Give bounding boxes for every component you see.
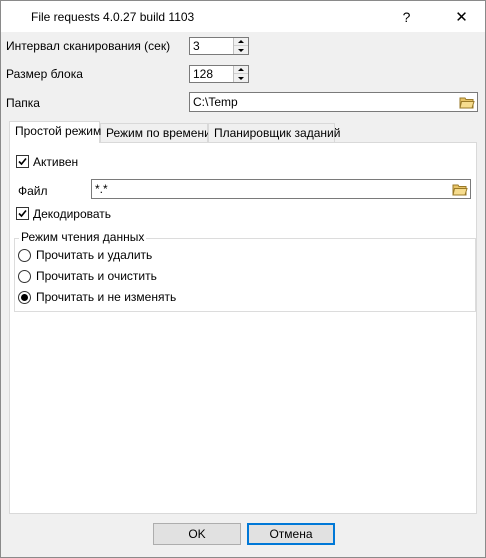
tab-task-scheduler[interactable]: Планировщик заданий	[208, 123, 340, 142]
block-size-input[interactable]	[190, 66, 234, 82]
decode-checkbox[interactable]	[16, 207, 29, 220]
file-browse-button[interactable]	[451, 181, 469, 197]
scan-interval-input[interactable]	[190, 38, 234, 54]
window-title: File requests 4.0.27 build 1103	[31, 10, 195, 24]
read-mode-group: Режим чтения данных Прочитать и удалить …	[14, 230, 476, 312]
checkmark-icon	[18, 209, 27, 218]
close-button[interactable]: ✕	[439, 1, 484, 32]
checkmark-icon	[18, 157, 27, 166]
close-icon: ✕	[455, 8, 468, 26]
radio-read-delete-label: Прочитать и удалить	[36, 248, 153, 262]
folder-browse-button[interactable]	[458, 94, 476, 110]
active-checkbox[interactable]	[16, 155, 29, 168]
folder-open-icon	[459, 97, 475, 108]
file-input[interactable]	[92, 180, 448, 198]
radio-read-keep[interactable]	[18, 291, 31, 304]
block-size-label: Размер блока	[6, 67, 83, 81]
block-size-spin-buttons	[233, 66, 248, 82]
arrow-up-icon	[238, 68, 244, 71]
active-label: Активен	[33, 155, 79, 169]
simple-mode-panel: Активен Файл Декодировать Режим чтения д…	[9, 142, 477, 514]
spin-down-button[interactable]	[234, 74, 248, 82]
radio-read-clear[interactable]	[18, 270, 31, 283]
title-bar: File requests 4.0.27 build 1103 ? ✕	[1, 1, 485, 32]
scan-interval-spin-buttons	[233, 38, 248, 54]
folder-open-icon	[452, 184, 468, 195]
spin-down-button[interactable]	[234, 46, 248, 54]
help-button[interactable]: ?	[384, 1, 429, 32]
folder-label: Папка	[6, 96, 40, 110]
radio-read-clear-label: Прочитать и очистить	[36, 269, 157, 283]
block-size-spinner	[189, 65, 249, 83]
file-field	[91, 179, 471, 199]
scan-interval-spinner	[189, 37, 249, 55]
cancel-button[interactable]: Отмена	[247, 523, 335, 545]
arrow-up-icon	[238, 40, 244, 43]
scan-interval-label: Интервал сканирования (сек)	[6, 39, 171, 53]
arrow-down-icon	[238, 76, 244, 80]
spin-up-button[interactable]	[234, 66, 248, 74]
decode-label: Декодировать	[33, 207, 112, 221]
ok-button[interactable]: OK	[153, 523, 241, 545]
radio-read-delete[interactable]	[18, 249, 31, 262]
file-label: Файл	[18, 184, 48, 198]
dialog-window: File requests 4.0.27 build 1103 ? ✕ Инте…	[0, 0, 486, 558]
spin-up-button[interactable]	[234, 38, 248, 46]
read-mode-legend: Режим чтения данных	[19, 230, 147, 244]
folder-field	[189, 92, 478, 112]
radio-read-keep-label: Прочитать и не изменять	[36, 290, 177, 304]
arrow-down-icon	[238, 48, 244, 52]
tab-simple-mode[interactable]: Простой режим	[9, 121, 101, 143]
folder-input[interactable]	[190, 93, 455, 111]
tab-time-mode[interactable]: Режим по времени	[100, 123, 211, 142]
